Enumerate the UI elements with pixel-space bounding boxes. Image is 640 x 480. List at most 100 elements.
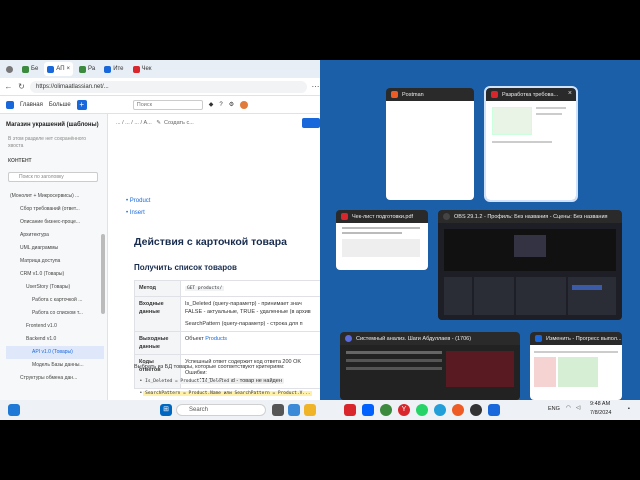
page-tree: (Монолит + Микросервисы) ... Сбор требов…: [6, 190, 104, 385]
confluence-logo-icon[interactable]: [6, 100, 14, 109]
search-input[interactable]: Поиск: [132, 99, 203, 110]
window-thumb-progress[interactable]: Изменить - Прогресс выпол...: [530, 332, 622, 400]
bullet-link[interactable]: • Insert: [126, 210, 145, 216]
widgets-icon[interactable]: [8, 404, 20, 416]
bullet-link[interactable]: • Product: [126, 198, 150, 204]
tree-item[interactable]: Структуры обмена дан...: [6, 372, 104, 385]
create-button[interactable]: Создать с...: [164, 120, 194, 126]
notification-icon[interactable]: ▪: [628, 406, 630, 412]
criteria-intro: Выбрать из БД товары, которые соответств…: [134, 364, 285, 370]
create-plus-button[interactable]: +: [76, 99, 87, 110]
tab-bar: Бе АП × Ра Ите Чек: [0, 60, 320, 78]
back-icon[interactable]: ←: [4, 82, 13, 91]
wifi-icon[interactable]: ◠: [566, 405, 571, 411]
thumb-preview: [340, 345, 520, 400]
clock-date[interactable]: 7/8/2024: [590, 410, 611, 416]
tree-item[interactable]: Описание бизнес-проце...: [6, 216, 104, 229]
tree-item[interactable]: UML диаграммы: [6, 242, 104, 255]
postman-icon[interactable]: [452, 404, 464, 416]
chrome-icon[interactable]: [380, 404, 392, 416]
settings-icon[interactable]: ⚙: [229, 101, 234, 108]
close-icon[interactable]: ×: [568, 90, 572, 97]
whatsapp-icon[interactable]: [416, 404, 428, 416]
tree-item[interactable]: Сбор требований (ответ...: [6, 203, 104, 216]
table-row: Выходные данные Объект Products: [134, 331, 320, 355]
tree-item[interactable]: Frontend v1.0: [6, 320, 104, 333]
browser-tab[interactable]: Чек: [130, 62, 155, 76]
obs-icon[interactable]: [470, 404, 482, 416]
products-link[interactable]: Products: [205, 336, 227, 342]
volume-icon[interactable]: ◁: [576, 405, 580, 411]
tree-item[interactable]: Работа со списком т...: [6, 307, 104, 320]
window-thumb-postman[interactable]: Postman: [386, 88, 474, 200]
tree-item[interactable]: Матрица доступа: [6, 255, 104, 268]
language-indicator[interactable]: ENG: [548, 406, 560, 412]
browser-tab-active[interactable]: АП ×: [44, 62, 74, 76]
telegram-icon[interactable]: [434, 404, 446, 416]
browser-window: Бе АП × Ра Ите Чек ← ↻ https://olimaatlas…: [0, 60, 320, 400]
publish-button[interactable]: [302, 118, 320, 128]
window-thumb-obs[interactable]: OBS 29.1.2 - Профиль: Без названия - Сце…: [438, 210, 622, 320]
thumb-preview: [530, 345, 622, 400]
criteria-item: • SearchPattern = Product.Name или Searc…: [140, 390, 313, 396]
tab-favicon-icon: [104, 65, 112, 73]
tree-item[interactable]: Работа с карточкой ...: [6, 294, 104, 307]
refresh-icon[interactable]: ↻: [17, 82, 26, 91]
more-icon[interactable]: ⋯: [311, 82, 320, 91]
taskview-icon[interactable]: [272, 404, 284, 416]
dropbox-icon[interactable]: [362, 404, 374, 416]
sidebar-scrollbar[interactable]: [101, 234, 105, 314]
page-heading: Действия с карточкой товара: [134, 236, 287, 248]
section-heading: Получить список товаров: [134, 263, 237, 272]
confluence-topbar: Главная Больше + Поиск ◆ ? ⚙: [0, 96, 320, 114]
confluence-icon: [535, 335, 542, 342]
explorer-icon[interactable]: [304, 404, 316, 416]
nav-home[interactable]: Главная: [20, 102, 43, 108]
thumb-preview: [438, 223, 622, 320]
pdf-app-icon[interactable]: [344, 404, 356, 416]
browser-tab[interactable]: Ите: [101, 62, 126, 76]
table-row: Метод GET products/: [134, 280, 320, 297]
close-icon[interactable]: ×: [67, 66, 71, 72]
tree-search-input[interactable]: Поиск по заголовку: [8, 172, 98, 182]
jira-icon[interactable]: [488, 404, 500, 416]
api-table: Метод GET products/ Входные данные Is_De…: [134, 280, 320, 389]
tab-favicon-icon: [79, 65, 87, 73]
nav-more[interactable]: Больше: [49, 102, 71, 108]
table-value: Объект Products: [180, 331, 320, 355]
bell-icon[interactable]: ◆: [209, 101, 214, 108]
table-value: Is_Deleted (query-параметр) - принимает …: [180, 296, 320, 332]
tree-item-active[interactable]: API v1.0 (Товары): [6, 346, 104, 359]
avatar[interactable]: [240, 100, 249, 109]
space-subtitle: В этом разделе нет сохранённого хвоста: [8, 136, 87, 149]
space-title[interactable]: Магазин украшений (шаблоны): [6, 122, 99, 128]
table-key: Метод: [134, 280, 181, 297]
table-key: Входные данные: [134, 296, 181, 332]
yandex-icon[interactable]: Y: [398, 404, 410, 416]
tree-item[interactable]: Backend v1.0: [6, 333, 104, 346]
profile-avatar[interactable]: [3, 62, 16, 76]
browser-tab[interactable]: Ра: [76, 62, 98, 76]
start-icon[interactable]: ⊞: [160, 404, 172, 416]
table-row: Входные данные Is_Deleted (query-парамет…: [134, 296, 320, 332]
tree-item[interactable]: UserStory (Товары): [6, 281, 104, 294]
tree-item[interactable]: Модель Базы данны...: [6, 359, 104, 372]
tree-item[interactable]: (Монолит + Микросервисы) ...: [6, 190, 104, 203]
edge-icon[interactable]: [288, 404, 300, 416]
thumb-preview: [486, 101, 576, 200]
window-thumb-requirements[interactable]: Разработка требова... ×: [484, 86, 578, 202]
table-key: Выходные данные: [134, 331, 181, 355]
help-icon[interactable]: ?: [219, 102, 222, 108]
pdf-icon: [491, 91, 498, 98]
tree-item[interactable]: Архитектура: [6, 229, 104, 242]
thumb-preview: [336, 223, 428, 270]
taskbar-search[interactable]: Search: [176, 404, 266, 416]
tree-item[interactable]: CRM v1.0 (Товары): [6, 268, 104, 281]
window-thumb-checklist[interactable]: Чек-лист подготовки.pdf: [336, 210, 428, 270]
browser-tab[interactable]: Бе: [19, 62, 41, 76]
window-thumb-course[interactable]: Системный анализ. Шаги Абдуллаев - (1706…: [340, 332, 520, 400]
url-field[interactable]: https://olimaatlassian.net/...: [30, 80, 307, 93]
clock-time[interactable]: 9:48 AM: [590, 401, 610, 407]
criteria-item: • Is_Deleted = Product.Is_Deleted: [140, 378, 232, 384]
letterbox-bottom: [0, 420, 640, 480]
